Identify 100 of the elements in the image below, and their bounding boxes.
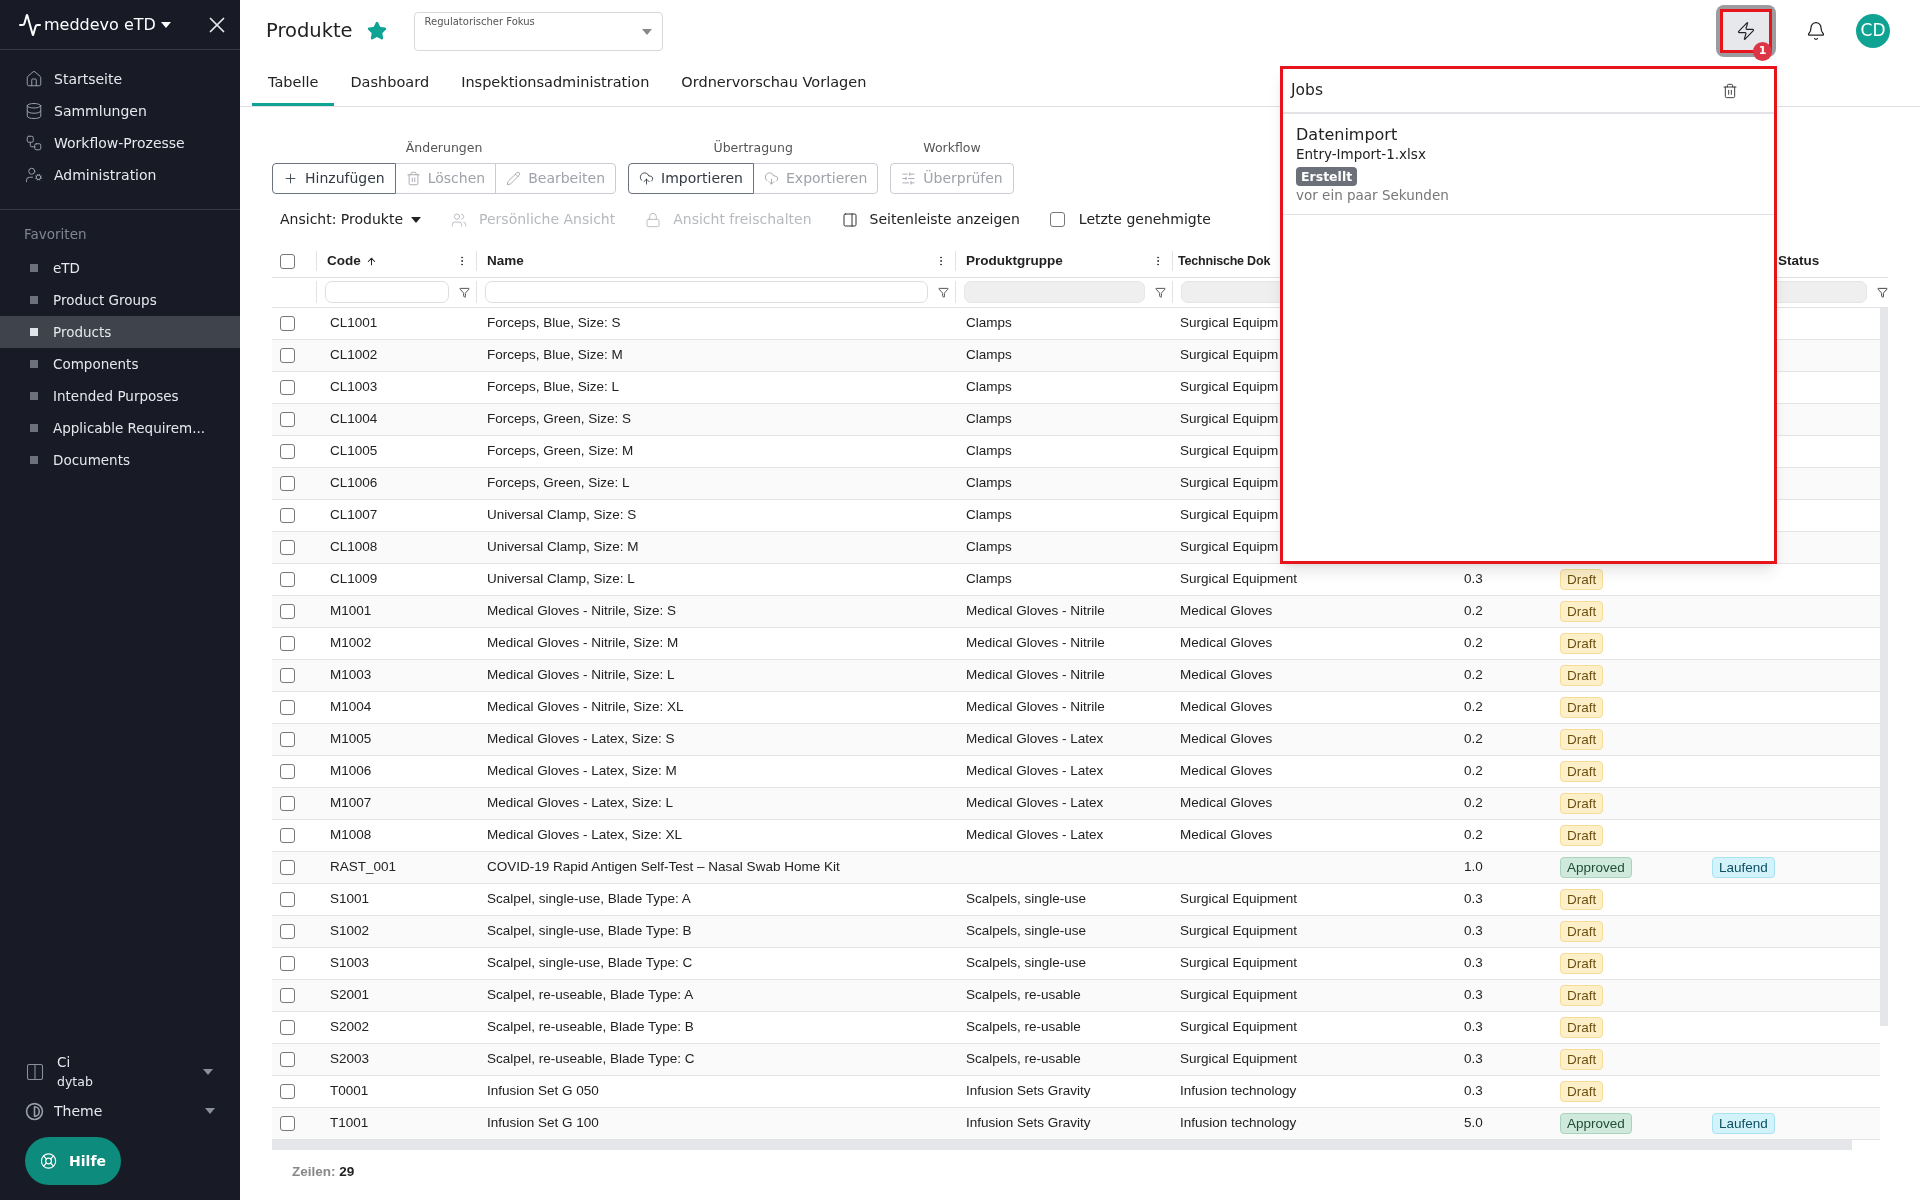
horizontal-scrollbar[interactable] [272,1139,1852,1150]
table-cell: Scalpel, re-useable, Blade Type: B [487,1019,694,1035]
checkbox[interactable] [280,859,295,875]
checkbox[interactable] [280,443,295,459]
filter-field[interactable] [325,281,449,304]
nav-item[interactable]: Startseite [0,63,240,95]
help-button[interactable]: Hilfe [25,1137,121,1185]
checkbox[interactable] [280,603,295,619]
table-cell: Surgical Equipm [1180,379,1279,395]
table-cell: 0.2 [1464,635,1483,651]
table-cell: 0.2 [1464,603,1483,619]
table-cell: M1003 [330,667,372,683]
table-row[interactable]: RAST_001 COVID-19 Rapid Antigen Self-Test – Nasal Swab Home Kit 1.0 Approved Laufend [272,851,1880,884]
filter-icon[interactable] [1877,286,1888,298]
column-header[interactable]: Status [1778,251,1820,272]
table-cell: Forceps, Blue, Size: L [487,379,620,395]
table-cell: Medical Gloves - Nitrile, Size: S [487,603,677,619]
toolbar-button[interactable]: Hinzufügen [272,162,396,194]
bell-icon[interactable] [1806,21,1826,41]
checkbox[interactable] [280,1115,295,1131]
table-cell: 0.3 [1464,987,1483,1003]
table-cell: Medical Gloves - Nitrile, Size: M [487,635,679,651]
checkbox[interactable] [280,891,295,907]
filter-field[interactable] [964,281,1145,304]
favorite-item[interactable]: Components [0,348,240,381]
status-badge: Approved [1560,1112,1632,1134]
app-switcher[interactable]: meddevo eTD [44,12,171,37]
checkbox[interactable] [280,315,295,331]
filter-field[interactable] [485,281,928,304]
table-cell: Clamps [966,475,1012,491]
filter-icon[interactable] [459,286,470,298]
checkbox[interactable] [280,667,295,683]
trash-icon[interactable] [1722,82,1738,99]
vertical-scrollbar[interactable] [1880,307,1888,1026]
tab[interactable]: Ordnervorschau Vorlagen [665,62,883,106]
favorite-item[interactable]: Applicable Requirem... [0,412,240,445]
checkbox[interactable] [280,827,295,843]
column-header[interactable]: Produktgruppe [966,251,1063,272]
favorite-item[interactable]: Documents [0,444,240,477]
column-header[interactable]: Name [487,251,524,272]
status-badge: Draft [1560,664,1604,686]
square-icon [30,296,38,305]
table-cell: Clamps [966,379,1012,395]
checkbox[interactable] [280,987,295,1003]
tab[interactable]: Inspektionsadministration [445,62,666,106]
favorite-item[interactable]: Intended Purposes [0,380,240,413]
checkbox[interactable] [280,507,295,523]
checkbox[interactable] [280,635,295,651]
favorite-item[interactable]: Product Groups [0,284,240,317]
panel-icon [841,211,858,228]
nav-item[interactable]: Administration [0,159,240,191]
checkbox[interactable] [280,253,295,269]
table-row[interactable]: M1003 Medical Gloves - Nitrile, Size: L Medical Gloves - Nitrile Medical Gloves 0.2 Draft [272,659,1880,692]
table-cell: Scalpels, re-usable [966,987,1081,1003]
table-cell: Medical Gloves [1180,763,1273,779]
table-cell: 0.2 [1464,699,1483,715]
table-row[interactable]: S2001 Scalpel, re-useable, Blade Type: A Scalpels, re-usable Surgical Equipment 0.3 Draft [272,979,1880,1012]
nav-item[interactable]: Sammlungen [0,95,240,127]
checkbox-option[interactable]: Letzte genehmigte [1049,209,1211,231]
tab[interactable]: Tabelle [252,62,335,106]
tab[interactable]: Dashboard [334,62,446,106]
star-icon[interactable] [366,21,387,41]
filter-icon[interactable] [1155,286,1166,298]
theme-menu[interactable]: Theme [25,1097,215,1125]
checkbox[interactable] [280,571,295,587]
nav-item[interactable]: Workflow-Prozesse [0,127,240,159]
checkbox[interactable] [280,955,295,971]
checkbox[interactable] [280,795,295,811]
status-badge: Draft [1560,728,1604,750]
table-row[interactable]: S2003 Scalpel, re-useable, Blade Type: C Scalpels, re-usable Surgical Equipment 0.3 Draft [272,1043,1880,1076]
column-header[interactable]: Technische Dok [1178,251,1271,271]
checkbox[interactable] [280,731,295,747]
checkbox[interactable] [280,763,295,779]
toolbar-button[interactable]: Importieren [628,162,754,194]
filter-icon[interactable] [938,286,949,298]
table-row[interactable]: M1007 Medical Gloves - Latex, Size: L Medical Gloves - Latex Medical Gloves 0.2 Draft [272,787,1880,820]
view-action[interactable]: Seitenleiste anzeigen [841,209,1020,231]
square-icon [30,360,38,369]
checkbox[interactable] [280,1051,295,1067]
checkbox[interactable] [280,1083,295,1099]
checkbox[interactable] [1049,212,1065,228]
table-cell: Medical Gloves - Latex [966,795,1104,811]
checkbox[interactable] [280,347,295,363]
checkbox[interactable] [280,475,295,491]
checkbox[interactable] [280,699,295,715]
checkbox[interactable] [280,379,295,395]
table-row[interactable]: M1005 Medical Gloves - Latex, Size: S Medical Gloves - Latex Medical Gloves 0.2 Draft [272,723,1880,756]
view-selector[interactable]: Ansicht: Produkte [280,209,422,231]
checkbox[interactable] [280,923,295,939]
checkbox[interactable] [280,411,295,427]
table-row[interactable]: M1001 Medical Gloves - Nitrile, Size: S Medical Gloves - Nitrile Medical Gloves 0.2 Draft [272,595,1880,628]
table-row[interactable]: S1002 Scalpel, single-use, Blade Type: B Scalpels, single-use Surgical Equipment 0.3 Draft [272,915,1880,948]
focus-dropdown[interactable]: Regulatorischer Fokus [413,12,663,51]
caret-icon [205,1108,215,1114]
favorite-item[interactable]: Products [0,316,240,349]
checkbox[interactable] [280,539,295,555]
checkbox[interactable] [280,1019,295,1035]
favorite-item[interactable]: eTD [0,252,240,285]
column-header[interactable]: Code [327,251,377,272]
table-row[interactable]: T1001 Infusion Set G 100 Infusion Sets Gravity Infusion technology 5.0 Approved Laufend [272,1107,1880,1140]
